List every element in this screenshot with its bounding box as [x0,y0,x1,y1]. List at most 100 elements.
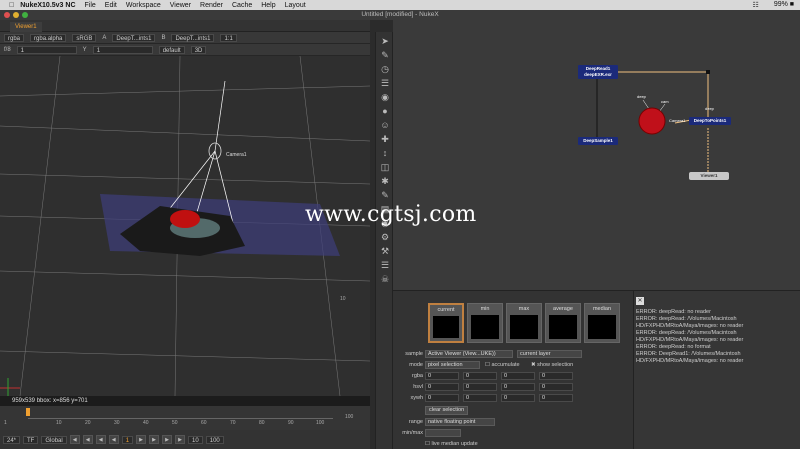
menu-app-name[interactable]: NukeX10.5v3 NC [20,2,75,9]
toolsets-icon[interactable]: ⚙ [380,232,390,242]
hsvl-s-field[interactable]: 0 [463,383,497,391]
hsvl-l-field[interactable]: 0 [539,383,573,391]
merge-icon[interactable]: ✚ [380,134,390,144]
arrow-icon[interactable]: ➤ [380,36,390,46]
battery-status[interactable]: 99% ■ [774,1,794,9]
accumulate-checkbox[interactable]: ☐ accumulate [485,362,520,368]
close-window-button[interactable] [4,12,10,18]
increment-field[interactable]: 10 [188,435,203,444]
swatch-max[interactable]: max [506,303,542,343]
hsvl-h-field[interactable]: 0 [425,383,459,391]
viewer-toolbar-bottom: f/8 1 Y 1 default 3D [0,44,370,56]
time-icon[interactable]: ◷ [380,64,390,74]
transform-icon[interactable]: ↕ [380,148,390,158]
first-frame-icon[interactable]: ◀ [69,435,80,444]
keyer-icon[interactable]: ☺ [380,120,390,130]
wifi-icon[interactable]: ☷ [753,1,759,9]
hsvl-v-field[interactable]: 0 [501,383,535,391]
tab-viewer1[interactable]: Viewer1 [10,22,42,32]
mode-dropdown[interactable]: pixel selection [425,361,480,369]
viewer-toolbar-top: rgba rgba.alpha sRGB A DeepT...ints1 B D… [0,32,370,44]
next-frame-icon[interactable]: ▶ [149,435,160,444]
end-frame-field[interactable]: 100 [205,435,224,444]
camera-label: Camera1 [226,152,247,158]
prev-key-icon[interactable]: ◀ [82,435,93,444]
filter-icon[interactable]: ● [380,106,390,116]
menu-layout[interactable]: Layout [285,2,306,9]
prev-frame-icon[interactable]: ◀ [95,435,106,444]
swatch-average[interactable]: average [545,303,581,343]
views-icon[interactable]: ✱ [380,176,390,186]
node-deeptopoints[interactable]: DeepToPoints1 [689,117,731,125]
menu-help[interactable]: Help [261,2,275,9]
apple-icon[interactable]:  [9,2,14,9]
node-deepread[interactable]: DeepRead1 deepEXR.exr [578,65,618,79]
colorspace-dropdown[interactable]: sRGB [72,33,97,42]
view-mode-dropdown[interactable]: 3D [190,45,207,54]
clear-console-icon[interactable]: ✕ [636,297,644,305]
play-icon[interactable]: ▶ [136,435,147,444]
menu-viewer[interactable]: Viewer [170,2,191,9]
menu-workspace[interactable]: Workspace [126,2,161,9]
live-median-checkbox[interactable]: ☐ live median update [425,441,478,447]
channels-dropdown[interactable]: rgba [4,33,25,42]
input-b-dropdown[interactable]: DeepT...ints1 [171,33,215,42]
next-key-icon[interactable]: ▶ [162,435,173,444]
3d-icon[interactable]: ◫ [380,162,390,172]
input-a-label: A [102,34,107,41]
node-camera-label[interactable]: Camera1 [669,118,685,123]
zoom-window-button[interactable] [22,12,28,18]
grid-label: 10 [340,296,346,302]
node-viewer[interactable]: Viewer1 [689,172,729,180]
zoom-dropdown[interactable]: 1:1 [220,33,237,42]
metadata-icon[interactable]: ✎ [380,190,390,200]
current-frame-field[interactable]: 1 [121,435,134,444]
rgba-r-field[interactable]: 0 [425,372,459,380]
ofx-icon[interactable]: ☠ [380,274,390,284]
gamma-field[interactable]: 1 [92,45,153,54]
furnace-icon[interactable]: ☰ [380,260,390,270]
clear-selection-button[interactable]: clear selection [425,406,469,415]
channel-icon[interactable]: ☰ [380,78,390,88]
xywh-x-field[interactable]: 0 [425,394,459,402]
swatch-median[interactable]: median [584,303,620,343]
show-selection-checkbox[interactable]: ✖ show selection [531,362,573,368]
minimize-window-button[interactable] [13,12,19,18]
draw-icon[interactable]: ✎ [380,50,390,60]
red-sphere-points [170,210,200,228]
input-a-dropdown[interactable]: DeepT...ints1 [112,33,156,42]
minmax-dropdown[interactable] [425,429,461,437]
timeline-tick: 20 [85,420,91,426]
sample-dropdown[interactable]: Active Viewer (View...UKE)) [425,350,513,358]
menu-edit[interactable]: Edit [105,2,117,9]
play-back-icon[interactable]: ◀ [108,435,119,444]
xywh-y-field[interactable]: 0 [463,394,497,402]
layer-dropdown[interactable]: current layer [517,350,582,358]
swatch-current[interactable]: current [428,303,464,343]
last-frame-icon[interactable]: ▶ [175,435,186,444]
viewer-status-bar: 959x539 bbox: x=856 y=701 [0,396,370,406]
timeline-end-field[interactable]: 100 [345,414,353,420]
node-graph[interactable]: DeepRead1 deepEXR.exr DeepSample1 DeepTo… [393,20,800,290]
gain-field[interactable]: 1 [16,45,77,54]
timeline[interactable]: 1 10 20 30 40 50 60 70 80 90 100 100 [0,406,370,430]
range-dropdown[interactable]: native floating point [425,418,495,426]
rgba-a-field[interactable]: 0 [539,372,573,380]
other-icon[interactable]: ⚒ [380,246,390,256]
node-deepsample[interactable]: DeepSample1 [578,137,618,145]
scope-dropdown[interactable]: Global [41,435,67,444]
menu-cache[interactable]: Cache [232,2,252,9]
fps-field[interactable]: 24* [3,435,21,444]
rgba-g-field[interactable]: 0 [463,372,497,380]
timeline-playhead[interactable] [26,408,30,416]
xywh-w-field[interactable]: 0 [501,394,535,402]
channel-dropdown[interactable]: rgba.alpha [30,33,67,42]
color-icon[interactable]: ◉ [380,92,390,102]
menu-file[interactable]: File [85,2,96,9]
xywh-h-field[interactable]: 0 [539,394,573,402]
lut-dropdown[interactable]: default [158,45,185,54]
swatch-min[interactable]: min [467,303,503,343]
tf-dropdown[interactable]: TF [23,435,39,444]
menu-render[interactable]: Render [200,2,223,9]
rgba-b-field[interactable]: 0 [501,372,535,380]
